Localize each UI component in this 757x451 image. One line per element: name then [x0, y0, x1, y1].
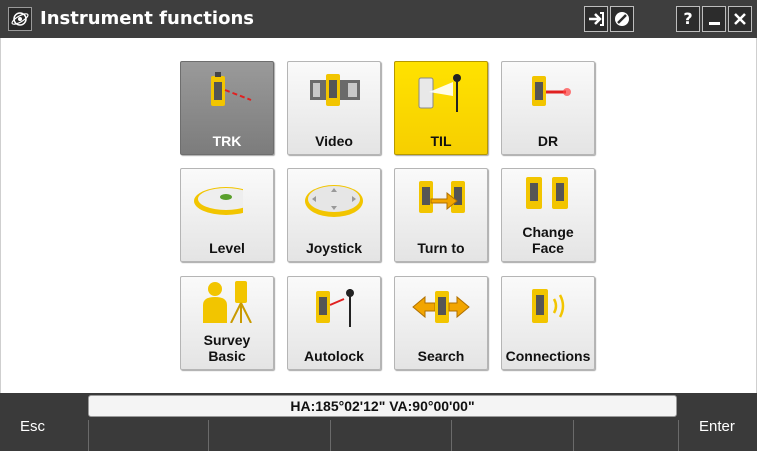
enter-button[interactable]: Enter [677, 393, 757, 451]
survey-basic-button[interactable]: Survey Basic [180, 276, 274, 370]
video-icon [310, 74, 360, 106]
softkey-slot-5[interactable] [573, 420, 679, 451]
connections-button[interactable]: Connections [501, 276, 595, 370]
connections-icon [532, 289, 565, 323]
search-prism-icon [412, 291, 470, 323]
trk-button[interactable]: TRK [180, 61, 274, 155]
search-label: Search [417, 348, 465, 364]
joystick-label: Joystick [305, 240, 363, 256]
trk-label: TRK [212, 133, 242, 149]
autolock-icon [316, 289, 354, 327]
autolock-label: Autolock [304, 348, 364, 364]
softkey-slot-2[interactable] [208, 420, 331, 451]
til-label: TIL [430, 133, 452, 149]
help-label: ? [683, 9, 693, 28]
joystick-icon [305, 185, 363, 217]
connections-label: Connections [505, 348, 591, 364]
title-bar: Instrument functions ? [0, 0, 757, 38]
level-button[interactable]: Level [180, 168, 274, 262]
help-icon[interactable]: ? [676, 6, 700, 32]
esc-label: Esc [20, 418, 46, 435]
level-bubble-icon [194, 187, 243, 215]
enter-label: Enter [699, 418, 735, 435]
softkey-slot-4[interactable] [451, 420, 574, 451]
change-face-icon [526, 177, 568, 209]
function-grid: TRK Video TIL DR Level Joystick Turn to … [0, 38, 757, 393]
direct-reflex-icon [532, 76, 571, 106]
search-button[interactable]: Search [394, 276, 488, 370]
video-button[interactable]: Video [287, 61, 381, 155]
autolock-button[interactable]: Autolock [287, 276, 381, 370]
instrument-functions-screen: Instrument functions ? TRK Video TIL DR … [0, 0, 757, 451]
login-icon[interactable] [584, 6, 608, 32]
change-face-label: Change Face [522, 224, 574, 256]
dr-button[interactable]: DR [501, 61, 595, 155]
bottom-bar: HA:185°02'12" VA:90°00'00" Esc Enter [0, 393, 757, 451]
change-face-button[interactable]: Change Face [501, 168, 595, 262]
softkey-slot-1[interactable] [88, 420, 209, 451]
target-illumination-icon [418, 74, 461, 112]
trimble-access-logo-icon[interactable] [8, 7, 32, 31]
survey-basic-label: Survey Basic [203, 332, 251, 364]
survey-basic-icon [203, 281, 252, 323]
close-icon[interactable] [728, 6, 752, 32]
til-button[interactable]: TIL [394, 61, 488, 155]
video-label: Video [315, 133, 353, 149]
dr-label: DR [537, 133, 559, 149]
esc-button[interactable]: Esc [0, 393, 88, 451]
angle-status-bar: HA:185°02'12" VA:90°00'00" [88, 395, 677, 417]
minimize-icon[interactable] [702, 6, 726, 32]
tracking-laser-icon [211, 72, 252, 106]
window-title: Instrument functions [40, 8, 254, 29]
level-label: Level [209, 240, 245, 256]
turn-to-button[interactable]: Turn to [394, 168, 488, 262]
turn-to-icon [419, 181, 465, 213]
softkey-slot-3[interactable] [330, 420, 452, 451]
disable-icon[interactable] [610, 6, 634, 32]
turn-to-label: Turn to [417, 240, 465, 256]
joystick-button[interactable]: Joystick [287, 168, 381, 262]
